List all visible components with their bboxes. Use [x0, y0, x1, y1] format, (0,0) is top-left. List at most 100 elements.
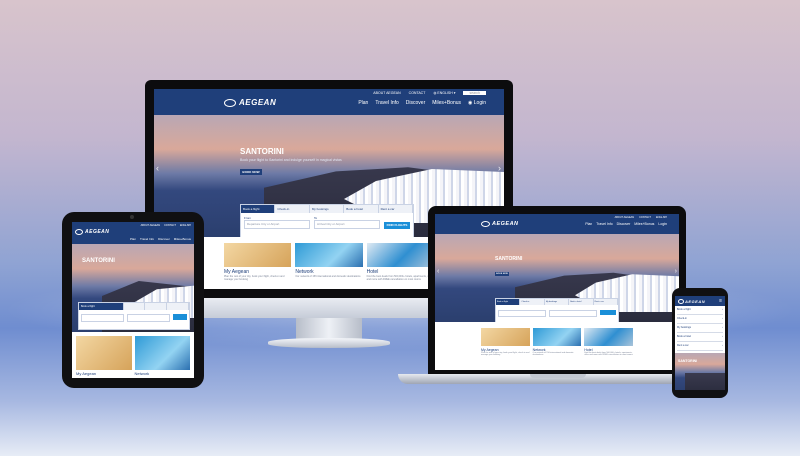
from-input[interactable] [81, 314, 124, 322]
tab-book-flight[interactable]: Book a flight [79, 303, 124, 310]
aegean-logo[interactable]: AEGEAN [75, 229, 109, 235]
hero-title: SANTORINI [82, 258, 115, 264]
nav-travel-info[interactable]: Travel Info [375, 100, 398, 106]
booking-widget: Book a flight Check-in My bookings Book … [240, 204, 414, 237]
hero-title: SANTORINI [240, 147, 284, 156]
laptop-hero: SANTORINI BOOK NOW ‹ › Book a flight Che… [435, 234, 679, 322]
card-desc: Plan the rest of your trip, book your fl… [224, 275, 285, 281]
find-flights-button[interactable] [600, 310, 616, 315]
chevron-right-icon: › [722, 326, 723, 329]
to-input[interactable] [127, 314, 170, 322]
card-image [584, 328, 634, 346]
nav-travel-info[interactable]: Travel Info [140, 237, 154, 241]
tablet-nav: Plan Travel Info Discover Miles+Bonus [72, 237, 194, 241]
tab-check-in[interactable]: Check-in [275, 205, 310, 213]
tab-rent-car[interactable]: Rent a car [378, 205, 414, 213]
menu-label: Book a hotel [677, 335, 691, 338]
card-image [134, 336, 190, 370]
menu-item-rent-car[interactable]: Rent a car › [677, 342, 723, 351]
chevron-right-icon[interactable]: › [498, 163, 501, 173]
tab-book-hotel[interactable] [167, 303, 189, 310]
booking-widget: Book a flight [78, 302, 190, 330]
tab-check-in[interactable] [123, 303, 146, 310]
devices-showcase: ABOUT AEGEAN CONTACT ◍ ENGLISH ▾ search … [0, 0, 800, 456]
from-input[interactable]: Departure City or Airport [244, 220, 310, 229]
tablet-hero: SANTORINI Book a flight [72, 244, 194, 332]
nav-discover[interactable]: Discover [617, 222, 631, 226]
nav-login[interactable]: ◉ Login [468, 100, 486, 106]
tab-book-hotel[interactable]: Book a hotel [344, 205, 379, 213]
monitor-stand-base [268, 338, 390, 348]
card-network[interactable]: Network Our network of 156 international… [532, 328, 582, 370]
nav-login[interactable]: Login [658, 222, 667, 226]
from-input[interactable] [498, 310, 546, 317]
laptop-header: ABOUT AEGEAN CONTACT ENGLISH AEGEAN Plan… [435, 214, 679, 234]
card-desc: Find the best deals from 500,000+ hotels… [366, 275, 433, 281]
phone-screen: AEGEAN ≡ Book a flight › Check-in › My boo… [675, 296, 725, 390]
phone-header: AEGEAN ≡ [675, 296, 725, 306]
chevron-right-icon[interactable]: › [675, 268, 677, 275]
card-hotel[interactable]: Hotel Find the best deals from 500,000+ … [366, 243, 434, 289]
card-my-aegean[interactable]: My Aegean Plan the rest of your trip, bo… [481, 328, 530, 370]
nav-plan[interactable]: Plan [358, 100, 368, 106]
card-image [532, 328, 582, 346]
hero-title: SANTORINI [678, 359, 698, 363]
menu-label: Rent a car [677, 344, 689, 347]
nav-discover[interactable]: Discover [158, 237, 170, 241]
nav-miles-bonus[interactable]: Miles+Bonus [634, 222, 654, 226]
card-desc: Find the best deals from 500,000+ hotels… [584, 352, 633, 356]
menu-item-book-hotel[interactable]: Book a hotel › [677, 333, 723, 342]
tab-rent-car[interactable]: Rent a car [593, 299, 619, 305]
card-my-aegean[interactable]: My Aegean Plan the rest of your trip, bo… [224, 243, 292, 289]
tab-book-flight[interactable]: Book a flight [496, 299, 521, 305]
phone-device: AEGEAN ≡ Book a flight › Check-in › My boo… [672, 288, 728, 398]
find-flights-button[interactable]: FIND FLIGHTS [384, 222, 410, 229]
aegean-bird-logo-icon [75, 229, 83, 235]
hero-book-button[interactable]: BOOK NOW [240, 169, 262, 175]
desktop-header: ABOUT AEGEAN CONTACT ◍ ENGLISH ▾ search … [154, 89, 504, 115]
card-desc: Our network of 156 international and dom… [532, 352, 574, 356]
nav-plan[interactable]: Plan [130, 237, 136, 241]
card-title: Network [134, 371, 150, 376]
logo-text: AEGEAN [239, 98, 277, 107]
aegean-logo[interactable]: AEGEAN [678, 298, 705, 304]
tab-my-bookings[interactable] [145, 303, 168, 310]
menu-item-my-bookings[interactable]: My bookings › [677, 324, 723, 333]
menu-label: Book a flight [677, 308, 691, 311]
to-input[interactable]: Arrival City or Airport [314, 220, 380, 229]
tab-my-bookings[interactable]: My bookings [544, 299, 570, 305]
phone-hero: SANTORINI [675, 353, 725, 390]
tab-check-in[interactable]: Check-in [520, 299, 545, 305]
aegean-bird-logo-icon [481, 221, 490, 227]
hero-title: SANTORINI [495, 256, 523, 262]
tab-book-flight[interactable]: Book a flight [241, 205, 276, 213]
nav-travel-info[interactable]: Travel Info [596, 222, 612, 226]
card-hotel[interactable]: Hotel Find the best deals from 500,000+ … [584, 328, 634, 370]
booking-tabs: Book a flight Check-in My bookings Book … [496, 299, 619, 305]
booking-tabs: Book a flight Check-in My bookings Book … [241, 205, 414, 213]
tablet-screen: ABOUT AEGEAN CONTACT ENGLISH AEGEAN Plan… [72, 222, 194, 378]
aegean-bird-logo-icon [678, 298, 684, 304]
aegean-logo[interactable]: AEGEAN [481, 221, 519, 227]
tab-my-bookings[interactable]: My bookings [309, 205, 345, 213]
nav-plan[interactable]: Plan [585, 222, 592, 226]
aegean-logo[interactable]: AEGEAN [224, 98, 276, 107]
hero-book-button[interactable]: BOOK NOW [495, 272, 509, 276]
card-network[interactable]: Network Our network of 156 international… [295, 243, 363, 289]
hamburger-icon[interactable]: ≡ [719, 298, 722, 304]
menu-label: Check-in [677, 317, 687, 320]
phone-menu: Book a flight › Check-in › My bookings › Bo… [675, 306, 725, 351]
to-input[interactable] [549, 310, 597, 317]
card-my-aegean[interactable]: My Aegean [76, 336, 132, 378]
nav-discover[interactable]: Discover [406, 100, 425, 106]
tab-book-hotel[interactable]: Book a hotel [569, 299, 594, 305]
menu-item-check-in[interactable]: Check-in › [677, 315, 723, 324]
menu-item-book-flight[interactable]: Book a flight › [677, 306, 723, 315]
find-flights-button[interactable] [173, 314, 187, 320]
chevron-left-icon[interactable]: ‹ [156, 163, 159, 173]
nav-miles-bonus[interactable]: Miles+Bonus [432, 100, 461, 106]
laptop-device: ABOUT AEGEAN CONTACT ENGLISH AEGEAN Plan… [428, 206, 686, 374]
chevron-left-icon[interactable]: ‹ [437, 268, 439, 275]
nav-miles-bonus[interactable]: Miles+Bonus [174, 237, 191, 241]
card-network[interactable]: Network [134, 336, 190, 378]
